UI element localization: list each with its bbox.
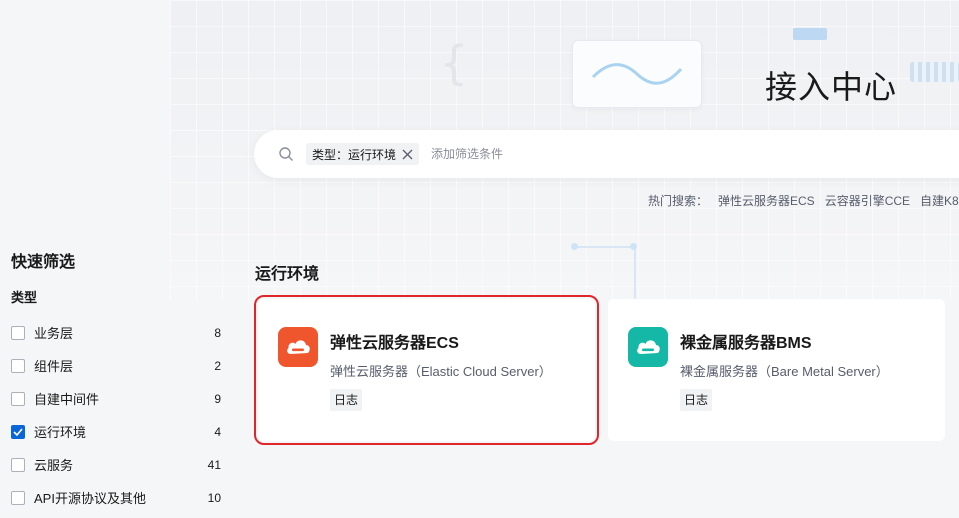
hot-search-item[interactable]: 弹性云服务器ECS: [718, 194, 815, 208]
section-title: 运行环境: [255, 266, 320, 283]
filter-label: 自建中间件: [34, 392, 100, 407]
checkbox[interactable]: [11, 391, 25, 406]
filter-label: 组件层: [34, 359, 74, 374]
filter-label: 运行环境: [34, 425, 87, 440]
search-input[interactable]: [429, 146, 734, 162]
hot-search-item[interactable]: 自建K8: [920, 194, 959, 208]
card-description: 弹性云服务器（Elastic Cloud Server）: [330, 364, 552, 379]
filter-count: 4: [214, 424, 221, 439]
active-filter-label: 类型：运行环境: [312, 147, 397, 162]
active-filter-tag: 类型：运行环境: [306, 143, 420, 165]
card-tag: 日志: [330, 389, 363, 411]
service-card-ecs[interactable]: 弹性云服务器ECS 弹性云服务器（Elastic Cloud Server） 日…: [254, 295, 599, 445]
filter-item[interactable]: 自建中间件 9: [11, 382, 221, 415]
sidebar-title: 快速筛选: [11, 254, 76, 271]
checkbox[interactable]: [11, 424, 25, 439]
filter-label: 业务层: [34, 326, 74, 341]
filter-item[interactable]: API开源协议及其他 10: [11, 481, 221, 514]
filter-item[interactable]: 运行环境 4: [11, 415, 221, 448]
filter-label: 云服务: [34, 458, 74, 473]
cloud-server-icon: [628, 327, 668, 367]
quick-filter-sidebar: 快速筛选 类型 业务层 8 组件层 2 自建中间件 9 运行环境 4 云服务 4…: [11, 248, 221, 514]
close-icon[interactable]: [402, 149, 413, 160]
checkbox[interactable]: [11, 490, 25, 505]
filter-count: 41: [207, 457, 221, 472]
cloud-server-icon: [278, 327, 318, 367]
service-card-bms[interactable]: 裸金属服务器BMS 裸金属服务器（Bare Metal Server） 日志: [608, 299, 945, 441]
filter-count: 10: [207, 490, 221, 505]
bar-decoration: [793, 28, 827, 40]
hot-search: 热门搜索： 弹性云服务器ECS 云容器引擎CCE 自建K8: [648, 192, 959, 209]
filter-label: API开源协议及其他: [34, 491, 146, 506]
checkbox[interactable]: [11, 457, 25, 472]
filter-count: 2: [214, 358, 221, 373]
filter-list: 业务层 8 组件层 2 自建中间件 9 运行环境 4 云服务 41 API开源协…: [11, 316, 221, 514]
filter-item[interactable]: 业务层 8: [11, 316, 221, 349]
line-decoration: [634, 246, 636, 300]
search-icon: [278, 146, 294, 162]
dot-decoration: [571, 243, 578, 250]
card-tag: 日志: [680, 389, 713, 411]
filter-item[interactable]: 云服务 41: [11, 448, 221, 481]
filter-count: 9: [214, 391, 221, 406]
hot-search-label: 热门搜索：: [648, 194, 709, 208]
checkbox[interactable]: [11, 358, 25, 373]
filter-count: 8: [214, 325, 221, 340]
code-brace-decoration: {: [440, 36, 468, 90]
card-description: 裸金属服务器（Bare Metal Server）: [680, 364, 889, 379]
filter-group-label: 类型: [11, 290, 38, 305]
stack-decoration: [910, 62, 959, 82]
wave-card-decoration: [572, 40, 702, 108]
card-title: 裸金属服务器BMS: [680, 335, 812, 352]
filter-item[interactable]: 组件层 2: [11, 349, 221, 382]
card-title: 弹性云服务器ECS: [330, 335, 459, 352]
page-title: 接入中心: [765, 69, 898, 105]
line-decoration: [575, 246, 635, 248]
hot-search-item[interactable]: 云容器引擎CCE: [825, 194, 910, 208]
checkbox[interactable]: [11, 325, 25, 340]
dot-decoration: [630, 243, 637, 250]
search-bar[interactable]: 类型：运行环境: [254, 130, 959, 178]
